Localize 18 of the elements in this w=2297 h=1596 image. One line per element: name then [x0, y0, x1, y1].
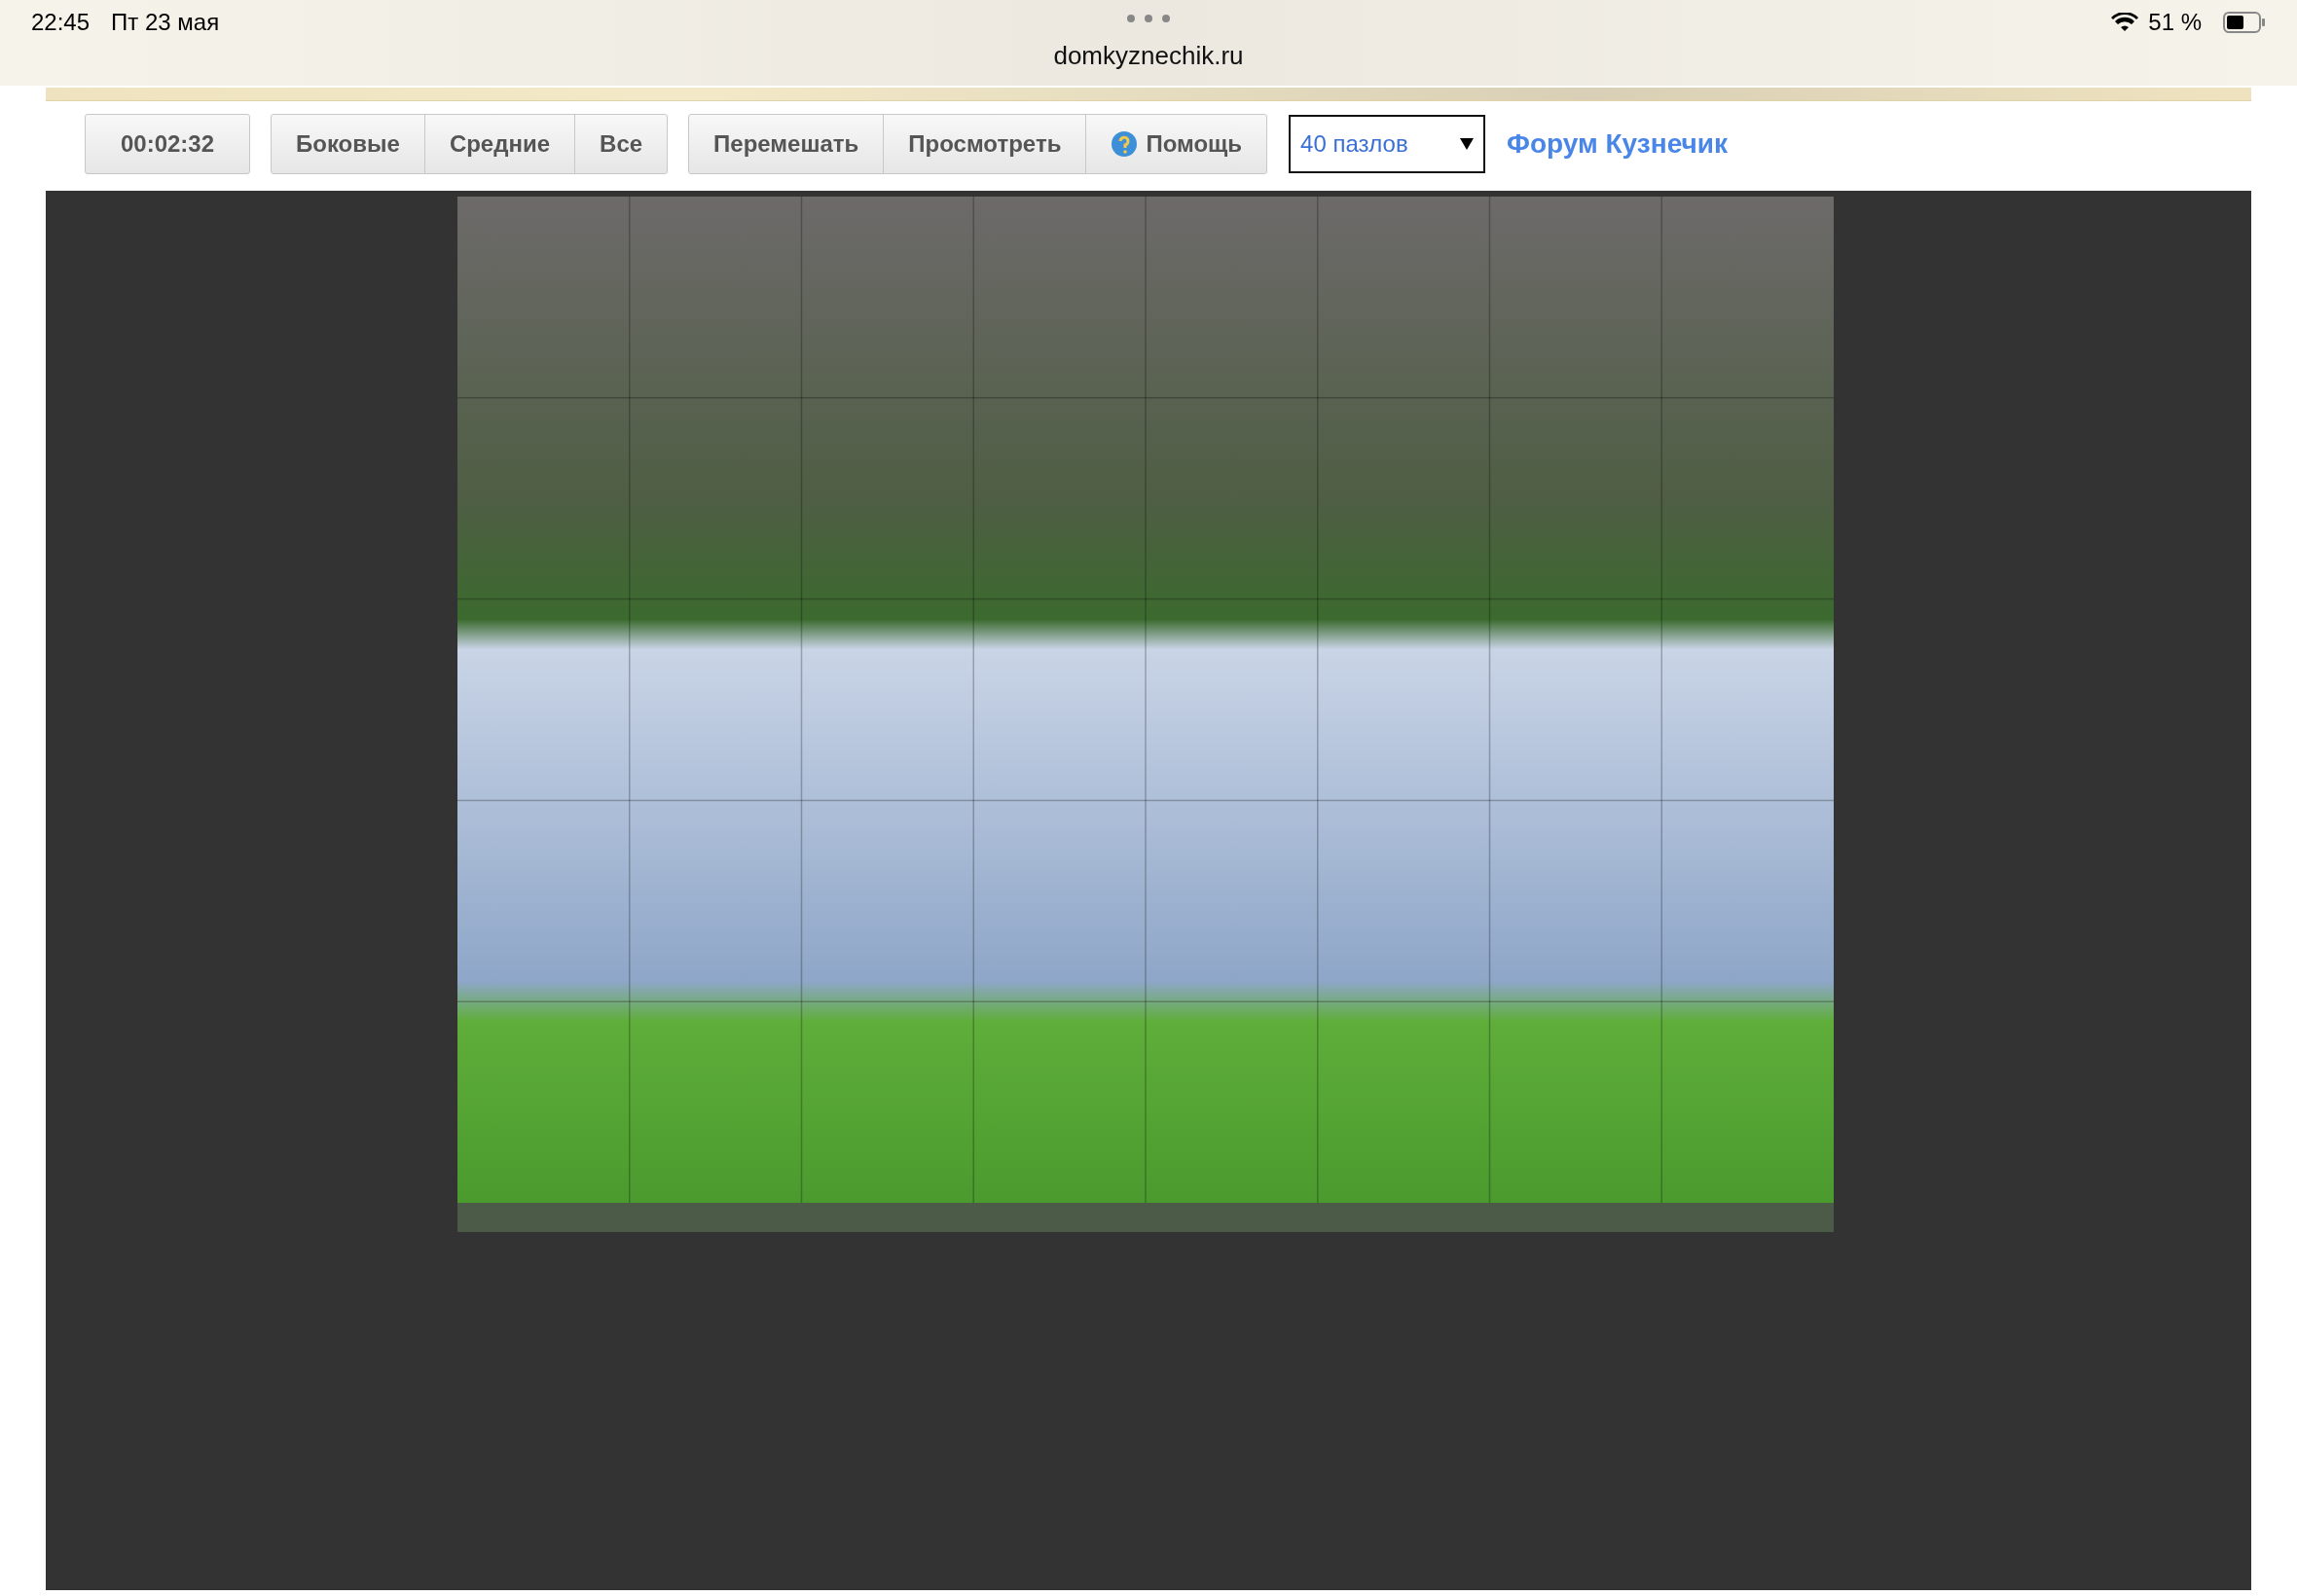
- address-bar[interactable]: domkyznechik.ru: [1053, 41, 1244, 70]
- battery-percent: 51 %: [2148, 9, 2202, 36]
- filter-button[interactable]: Все: [574, 114, 669, 174]
- filter-button[interactable]: Боковые: [271, 114, 425, 174]
- filter-button[interactable]: Средние: [423, 114, 576, 174]
- dropdown-caret-icon: [1460, 138, 1475, 150]
- help-icon: [1111, 130, 1139, 158]
- timer-display: 00:02:32: [85, 114, 250, 174]
- help-button[interactable]: Помощь: [1085, 114, 1268, 174]
- battery-icon: [2223, 12, 2266, 33]
- action-button[interactable]: Просмотреть: [883, 114, 1087, 174]
- forum-link[interactable]: Форум Кузнечик: [1507, 128, 1728, 160]
- more-dots-icon[interactable]: [1126, 14, 1171, 23]
- wifi-icon: [2111, 13, 2139, 32]
- pieces-select[interactable]: 40 пазлов: [1289, 115, 1486, 173]
- clock-time: 22:45: [31, 9, 91, 36]
- date-text: Пт 23 мая: [111, 9, 220, 36]
- action-button[interactable]: Перемешать: [688, 114, 885, 174]
